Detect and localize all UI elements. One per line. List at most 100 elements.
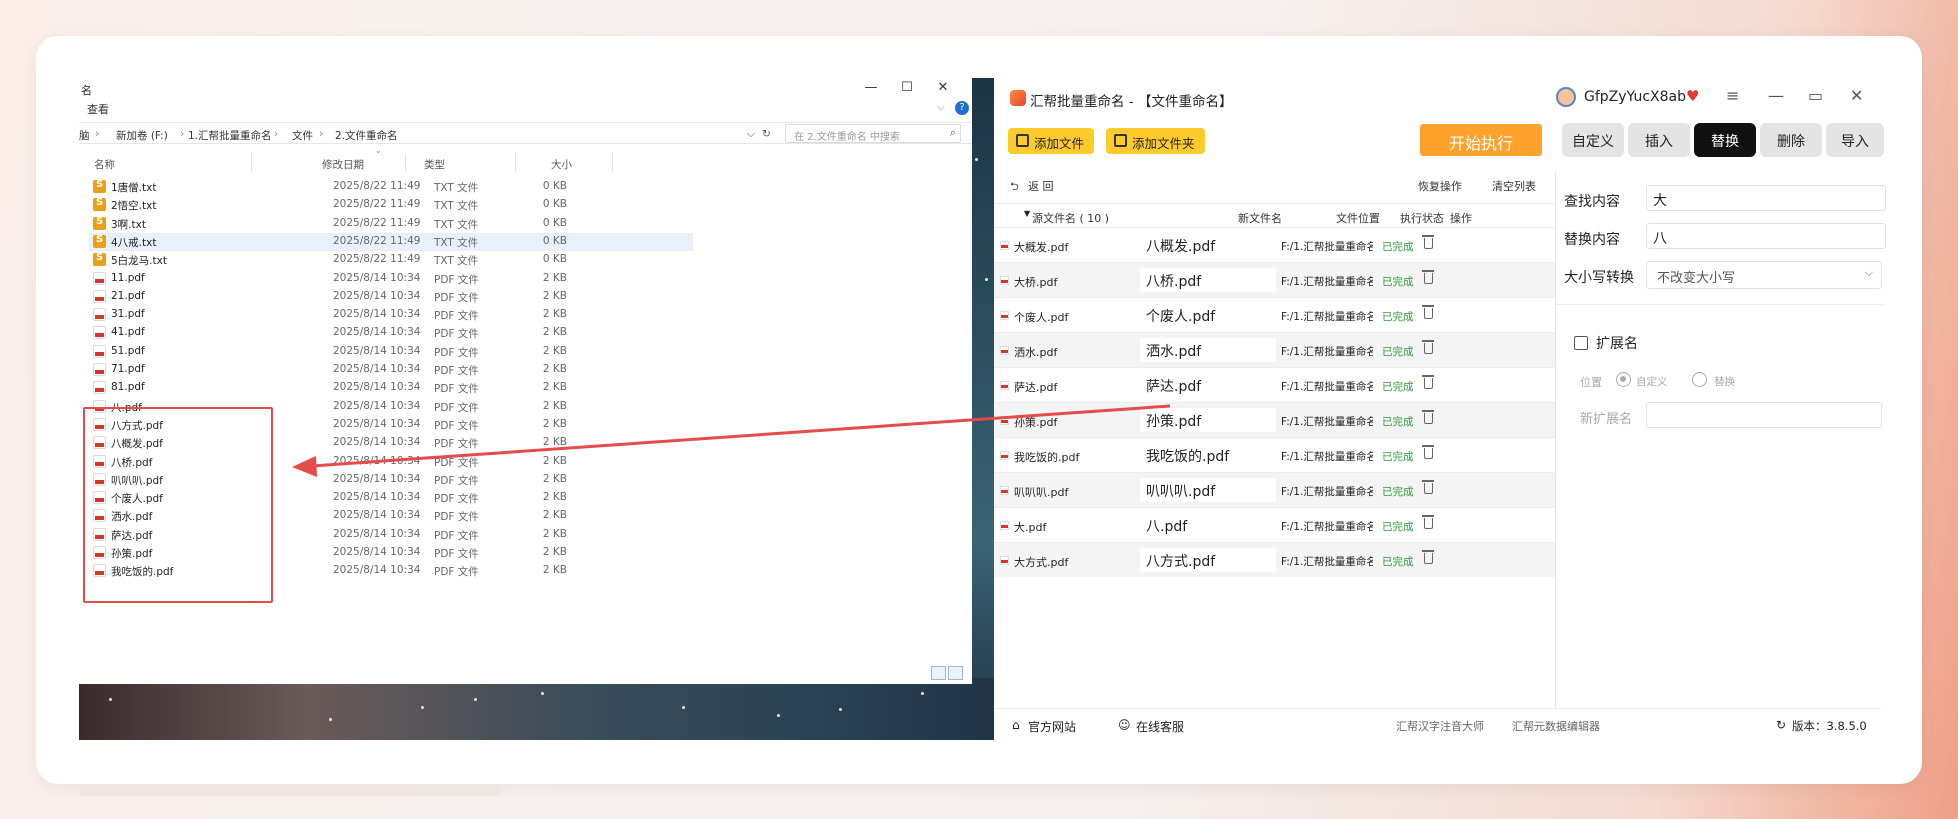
official-site-link[interactable]: 官方网站 (1028, 718, 1076, 735)
column-type[interactable]: 类型 (424, 157, 445, 172)
trash-icon[interactable] (1422, 550, 1434, 564)
table-row[interactable]: 个废人.pdf 个废人.pdf F:/1.汇帮批量重命名/文件/2.文件重命名已完成 (994, 297, 1555, 332)
trash-icon[interactable] (1422, 375, 1434, 389)
search-input[interactable]: 在 2.文件重命名 中搜索 ⌕ (785, 124, 961, 143)
new-name-field[interactable]: 孙策.pdf (1140, 408, 1276, 432)
breadcrumb-item[interactable]: 脑 (79, 128, 90, 143)
file-row[interactable]: 3啊.txt 2025/8/22 11:49 TXT 文件 0 KB (89, 215, 693, 233)
vip-heart-icon[interactable]: ♥ (1686, 87, 1699, 105)
trash-icon[interactable] (1422, 235, 1434, 249)
maximize-button[interactable]: ☐ (897, 80, 917, 95)
file-row[interactable]: 1唐僧.txt 2025/8/22 11:49 TXT 文件 0 KB (89, 178, 693, 196)
trash-icon[interactable] (1422, 445, 1434, 459)
table-row[interactable]: 我吃饭的.pdf 我吃饭的.pdf F:/1.汇帮批量重命名/文件/2.文件重命名已… (994, 437, 1555, 472)
add-file-button[interactable]: 添加文件 (1008, 128, 1095, 154)
position-replace-label: 替换 (1714, 376, 1735, 388)
case-select[interactable]: 不改变大小写 ⌵ (1646, 261, 1882, 289)
tab-replace[interactable]: 替换 (1694, 123, 1756, 157)
sort-down-icon[interactable]: ▼ (1024, 209, 1030, 218)
avatar[interactable] (1556, 87, 1576, 107)
home-icon[interactable]: ⌂ (1012, 718, 1020, 732)
tab-import[interactable]: 导入 (1826, 123, 1884, 157)
file-row[interactable]: 31.pdf 2025/8/14 10:34 PDF 文件 2 KB (89, 306, 693, 324)
tab-insert[interactable]: 插入 (1628, 123, 1690, 157)
extension-checkbox[interactable] (1574, 336, 1588, 350)
new-name-field[interactable]: 八方式.pdf (1140, 548, 1276, 572)
chevron-down-icon[interactable]: ⌵ (937, 102, 945, 113)
menu-view[interactable]: 查看 (87, 101, 109, 117)
username[interactable]: GfpZyYucX8ab (1584, 89, 1686, 105)
table-row[interactable]: 大桥.pdf 八桥.pdf F:/1.汇帮批量重命名/文件/2.文件重命名已完成 (994, 262, 1555, 297)
col-op: 操作 (1450, 212, 1472, 225)
new-name-field[interactable]: 洒水.pdf (1140, 338, 1276, 362)
back-button[interactable]: 返 回 (1028, 178, 1054, 194)
trash-icon[interactable] (1422, 340, 1434, 354)
file-row[interactable]: 5白龙马.txt 2025/8/22 11:49 TXT 文件 0 KB (89, 251, 693, 269)
trash-icon[interactable] (1422, 480, 1434, 494)
refresh-icon[interactable]: ↻ (1776, 718, 1786, 732)
trash-icon[interactable] (1422, 410, 1434, 424)
new-name-field[interactable]: 我吃饭的.pdf (1140, 443, 1276, 467)
details-view-icon[interactable] (931, 666, 946, 680)
table-row[interactable]: 大.pdf 八.pdf F:/1.汇帮批量重命名/文件/2.文件重命名已完成 (994, 507, 1555, 542)
table-row[interactable]: 大方式.pdf 八方式.pdf F:/1.汇帮批量重命名/文件/2.文件重命名已完成 (994, 542, 1555, 577)
breadcrumb-item[interactable]: 2.文件重命名 (335, 128, 398, 143)
help-icon[interactable]: ? (955, 101, 969, 115)
add-folder-button[interactable]: 添加文件夹 (1106, 128, 1205, 154)
new-name-field[interactable]: 叭叭叭.pdf (1140, 478, 1276, 502)
table-row[interactable]: 叭叭叭.pdf 叭叭叭.pdf F:/1.汇帮批量重命名/文件/2.文件重命名已完成 (994, 472, 1555, 507)
find-input[interactable]: 大 (1646, 185, 1886, 211)
trash-icon[interactable] (1422, 515, 1434, 529)
tool-link-metadata[interactable]: 汇帮元数据编辑器 (1512, 718, 1600, 734)
tool-link-pinyin[interactable]: 汇帮汉字注音大师 (1396, 718, 1484, 734)
replace-input[interactable]: 八 (1646, 223, 1886, 249)
breadcrumb-item[interactable]: 1.汇帮批量重命名 (188, 128, 272, 143)
table-row[interactable]: 孙策.pdf 孙策.pdf F:/1.汇帮批量重命名/文件/2.文件重命名已完成 (994, 402, 1555, 437)
view-toggle[interactable] (931, 666, 965, 683)
chevron-down-icon[interactable]: ⌵ (747, 128, 755, 141)
file-row[interactable]: 4八戒.txt 2025/8/22 11:49 TXT 文件 0 KB (89, 232, 693, 251)
breadcrumb-item[interactable]: 新加卷 (F:) (116, 128, 168, 143)
close-button[interactable]: ✕ (933, 80, 953, 95)
menu-icon[interactable]: ≡ (1726, 86, 1739, 105)
breadcrumb-item[interactable]: 文件 (292, 128, 313, 143)
file-row[interactable]: 41.pdf 2025/8/14 10:34 PDF 文件 2 KB (89, 324, 693, 342)
table-row[interactable]: 洒水.pdf 洒水.pdf F:/1.汇帮批量重命名/文件/2.文件重命名已完成 (994, 332, 1555, 367)
file-row[interactable]: 2悟空.txt 2025/8/22 11:49 TXT 文件 0 KB (89, 196, 693, 214)
new-name-field[interactable]: 萨达.pdf (1140, 373, 1276, 397)
tab-custom[interactable]: 自定义 (1562, 123, 1624, 157)
start-button[interactable]: 开始执行 (1420, 124, 1542, 156)
tiles-view-icon[interactable] (948, 666, 963, 680)
support-icon[interactable]: ☺ (1118, 718, 1131, 732)
close-button[interactable]: ✕ (1850, 86, 1863, 105)
file-row[interactable]: 21.pdf 2025/8/14 10:34 PDF 文件 2 KB (89, 288, 693, 306)
position-custom-radio[interactable] (1616, 372, 1631, 387)
column-date[interactable]: 修改日期 (322, 157, 364, 172)
clear-list-button[interactable]: 清空列表 (1492, 178, 1536, 194)
col-source[interactable]: 源文件名 ( 10 ) (1032, 210, 1109, 226)
file-row[interactable]: 11.pdf 2025/8/14 10:34 PDF 文件 2 KB (89, 270, 693, 288)
file-row[interactable]: 81.pdf 2025/8/14 10:34 PDF 文件 2 KB (89, 379, 693, 397)
refresh-icon[interactable]: ↻ (762, 128, 771, 140)
trash-icon[interactable] (1422, 270, 1434, 284)
maximize-button[interactable]: ▭ (1808, 86, 1823, 105)
file-row[interactable]: 71.pdf 2025/8/14 10:34 PDF 文件 2 KB (89, 361, 693, 379)
new-name-field[interactable]: 个废人.pdf (1140, 303, 1276, 327)
back-icon[interactable]: ⮌ (1010, 178, 1019, 197)
new-name-field[interactable]: 八概发.pdf (1140, 233, 1276, 257)
file-row[interactable]: 51.pdf 2025/8/14 10:34 PDF 文件 2 KB (89, 343, 693, 361)
trash-icon[interactable] (1422, 305, 1434, 319)
online-service-link[interactable]: 在线客服 (1136, 718, 1184, 735)
new-name-field[interactable]: 八.pdf (1140, 513, 1276, 537)
column-name[interactable]: 名称 (94, 157, 115, 172)
table-row[interactable]: 大概发.pdf 八概发.pdf F:/1.汇帮批量重命名/文件/2.文件重命名已完成 (994, 227, 1555, 262)
new-extension-input[interactable] (1646, 402, 1882, 428)
undo-button[interactable]: 恢复操作 (1418, 178, 1462, 194)
new-name-field[interactable]: 八桥.pdf (1140, 268, 1276, 292)
tab-delete[interactable]: 删除 (1760, 123, 1822, 157)
table-row[interactable]: 萨达.pdf 萨达.pdf F:/1.汇帮批量重命名/文件/2.文件重命名已完成 (994, 367, 1555, 402)
minimize-button[interactable]: — (1768, 86, 1784, 105)
position-replace-radio[interactable] (1692, 372, 1707, 387)
minimize-button[interactable]: — (861, 80, 881, 95)
column-size[interactable]: 大小 (551, 157, 572, 172)
